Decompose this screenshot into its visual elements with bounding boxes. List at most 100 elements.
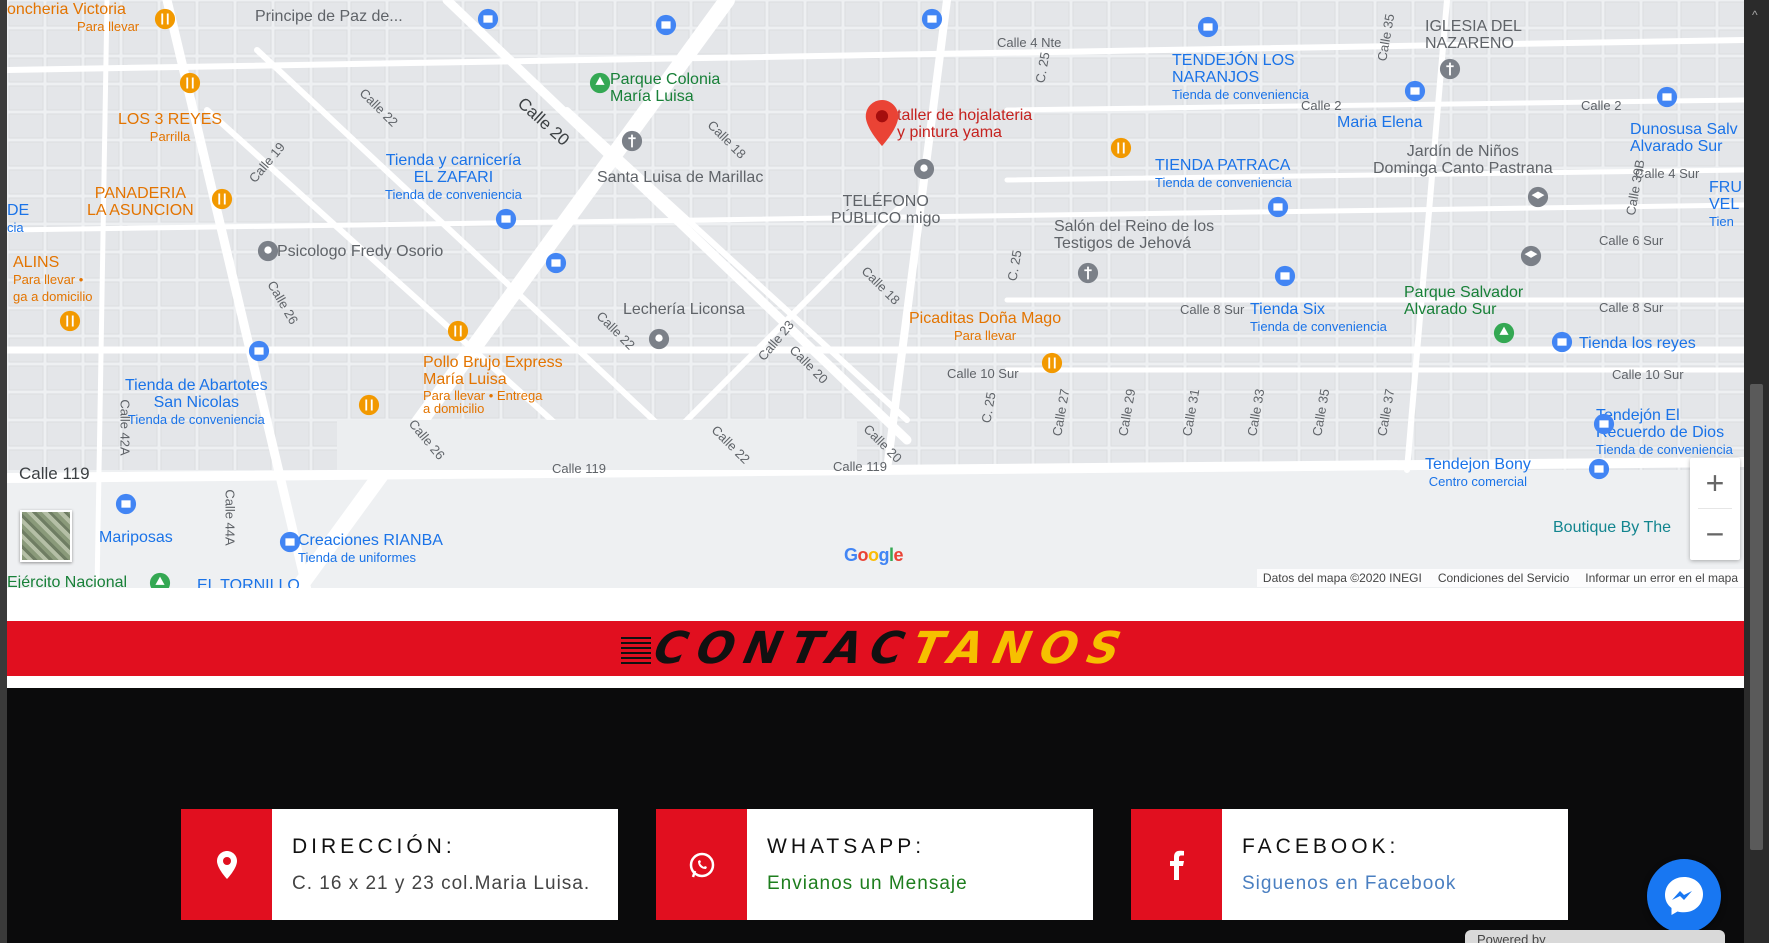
poi-label[interactable]: ALINS Para llevar • ga a domicilio (13, 254, 93, 305)
terms-link[interactable]: Condiciones del Servicio (1438, 571, 1569, 585)
street-label: Calle 119 (552, 461, 606, 476)
shopping-icon[interactable] (545, 252, 567, 274)
poi-label[interactable]: Picaditas Doña Mago Para llevar (909, 310, 1061, 345)
page: Principe de Paz de... Parque Colonia Marí… (7, 0, 1744, 943)
poi-label[interactable]: Creaciones RIANBA Tienda de uniformes (298, 532, 443, 567)
church-icon[interactable] (1077, 262, 1099, 284)
location-pin-icon[interactable] (865, 100, 899, 146)
shopping-icon[interactable] (1404, 80, 1426, 102)
poi-label[interactable]: Jardín de Niños Dominga Canto Pastrana (1373, 143, 1553, 178)
poi-label[interactable]: Tienda de Abartotes San Nicolas Tienda de … (125, 377, 268, 428)
restaurant-icon[interactable] (447, 320, 469, 342)
park-icon[interactable] (1493, 322, 1515, 344)
restaurant-icon[interactable] (211, 188, 233, 210)
shopping-icon[interactable] (921, 8, 943, 30)
school-icon[interactable] (1520, 245, 1542, 267)
zoom-in-button[interactable]: + (1690, 458, 1740, 508)
shopping-icon[interactable] (1656, 86, 1678, 108)
poi-label[interactable]: Tienda los reyes (1579, 335, 1696, 353)
shopping-icon[interactable] (655, 14, 677, 36)
church-icon[interactable] (621, 130, 643, 152)
poi-label[interactable]: TENDEJÓN LOS NARANJOS Tienda de convenienc… (1172, 52, 1309, 103)
poi-label[interactable]: Tienda Six Tienda de conveniencia (1250, 301, 1387, 336)
scrollbar-thumb[interactable] (1750, 384, 1763, 850)
zoom-out-button[interactable]: − (1690, 509, 1740, 559)
street-label: Calle 119 (19, 464, 90, 483)
shopping-icon[interactable] (1551, 331, 1573, 353)
park-icon[interactable] (589, 72, 611, 94)
street-label: Calle 2 (1301, 98, 1342, 113)
poi-label[interactable]: TIENDA PATRACA Tienda de conveniencia (1155, 157, 1292, 192)
poi-label[interactable]: DE cia (7, 202, 29, 237)
shopping-icon[interactable] (115, 493, 137, 515)
church-icon[interactable] (1439, 58, 1461, 80)
poi-label[interactable]: Principe de Paz de... (255, 8, 403, 26)
address-card: DIRECCIÓN: C. 16 x 21 y 23 col.Maria Lui… (181, 809, 618, 920)
shopping-icon[interactable] (1197, 16, 1219, 38)
whatsapp-heading: WHATSAPP: (767, 834, 926, 858)
scrollbar[interactable]: ^ (1744, 0, 1769, 943)
poi-label[interactable]: IGLESIA DEL NAZARENO (1425, 18, 1522, 53)
poi-label[interactable]: taller de hojalateria y pintura yama (897, 107, 1032, 142)
poi-label[interactable]: Dunosusa Salv Alvarado Sur (1630, 121, 1738, 156)
poi-label[interactable]: Psicologo Fredy Osorio (277, 243, 443, 261)
poi-label[interactable]: Tienda y carnicería EL ZAFARI Tienda de co… (385, 152, 522, 203)
place-icon[interactable] (257, 240, 279, 262)
shopping-icon[interactable] (279, 531, 301, 553)
street-label: Calle 4 Nte (997, 35, 1062, 50)
poi-label[interactable]: Boutique By The (1553, 519, 1671, 537)
whatsapp-link[interactable]: Envianos un Mensaje (767, 873, 968, 895)
poi-label[interactable]: Parque Salvador Alvarado Sur (1404, 284, 1523, 319)
poi-label[interactable]: Tendejon Bony Centro comercial (1425, 456, 1531, 491)
poi-label[interactable]: FRU VEL Tien (1709, 179, 1742, 230)
poi-label[interactable]: TELÉFONO PÚBLICO migo (831, 193, 940, 228)
facebook-heading: FACEBOOK: (1242, 834, 1400, 858)
poi-label[interactable]: Santa Luisa de Marillac (597, 169, 763, 187)
poi-label[interactable]: Pollo Brujo Express María Luisa Para lleva… (423, 354, 563, 418)
contact-section: DIRECCIÓN: C. 16 x 21 y 23 col.Maria Lui… (7, 688, 1744, 943)
poi-label[interactable]: Lechería Liconsa (623, 301, 745, 319)
shopping-icon[interactable] (477, 8, 499, 30)
shopping-icon[interactable] (1593, 413, 1615, 435)
poi-label[interactable]: EL TORNILLO (197, 577, 300, 588)
restaurant-icon[interactable] (154, 8, 176, 30)
powered-by-badge[interactable]: Powered by (1465, 930, 1725, 943)
banner-title-part1: CONTAC (649, 623, 919, 674)
facebook-card: FACEBOOK: Siguenos en Facebook (1131, 809, 1568, 920)
place-icon[interactable] (648, 328, 670, 350)
shopping-icon[interactable] (495, 208, 517, 230)
poi-label[interactable]: Salón del Reino de los Testigos de Jehová (1054, 218, 1214, 253)
messenger-chat-button[interactable] (1647, 859, 1721, 933)
poi-label[interactable]: Tendejón El Recuerdo de Dios Tienda de con… (1596, 407, 1733, 458)
map[interactable]: Principe de Paz de... Parque Colonia Marí… (7, 0, 1744, 588)
contact-banner: CONTAC TANOS (7, 621, 1744, 676)
poi-label[interactable]: Ejército Nacional (7, 574, 127, 588)
facebook-icon (1131, 809, 1222, 920)
scroll-up-icon[interactable]: ^ (1752, 8, 1758, 22)
street-label: Calle 10 Sur (947, 366, 1019, 381)
facebook-link[interactable]: Siguenos en Facebook (1242, 873, 1456, 895)
street-label: Calle 42A (117, 399, 133, 456)
poi-label[interactable]: oncheria Victoria Para llevar (7, 1, 139, 36)
satellite-toggle[interactable] (20, 510, 72, 562)
park-icon[interactable] (149, 572, 171, 588)
restaurant-icon[interactable] (358, 394, 380, 416)
street-label: Calle 2 (1581, 98, 1622, 113)
poi-label[interactable]: Mariposas (99, 529, 173, 547)
place-icon[interactable] (913, 158, 935, 180)
restaurant-icon[interactable] (179, 72, 201, 94)
poi-label[interactable]: LOS 3 REYES Parrilla (118, 111, 222, 146)
restaurant-icon[interactable] (59, 310, 81, 332)
restaurant-icon[interactable] (1110, 137, 1132, 159)
street-label: Calle 119 (833, 459, 887, 474)
shopping-icon[interactable] (248, 340, 270, 362)
shopping-icon[interactable] (1267, 196, 1289, 218)
poi-label[interactable]: PANADERIA LA ASUNCION (87, 185, 194, 220)
poi-label[interactable]: Maria Elena (1337, 114, 1422, 132)
restaurant-icon[interactable] (1041, 352, 1063, 374)
shopping-icon[interactable] (1588, 458, 1610, 480)
poi-label[interactable]: Parque Colonia María Luisa (610, 71, 720, 106)
school-icon[interactable] (1527, 186, 1549, 208)
shopping-icon[interactable] (1274, 265, 1296, 287)
report-error-link[interactable]: Informar un error en el mapa (1585, 571, 1738, 585)
